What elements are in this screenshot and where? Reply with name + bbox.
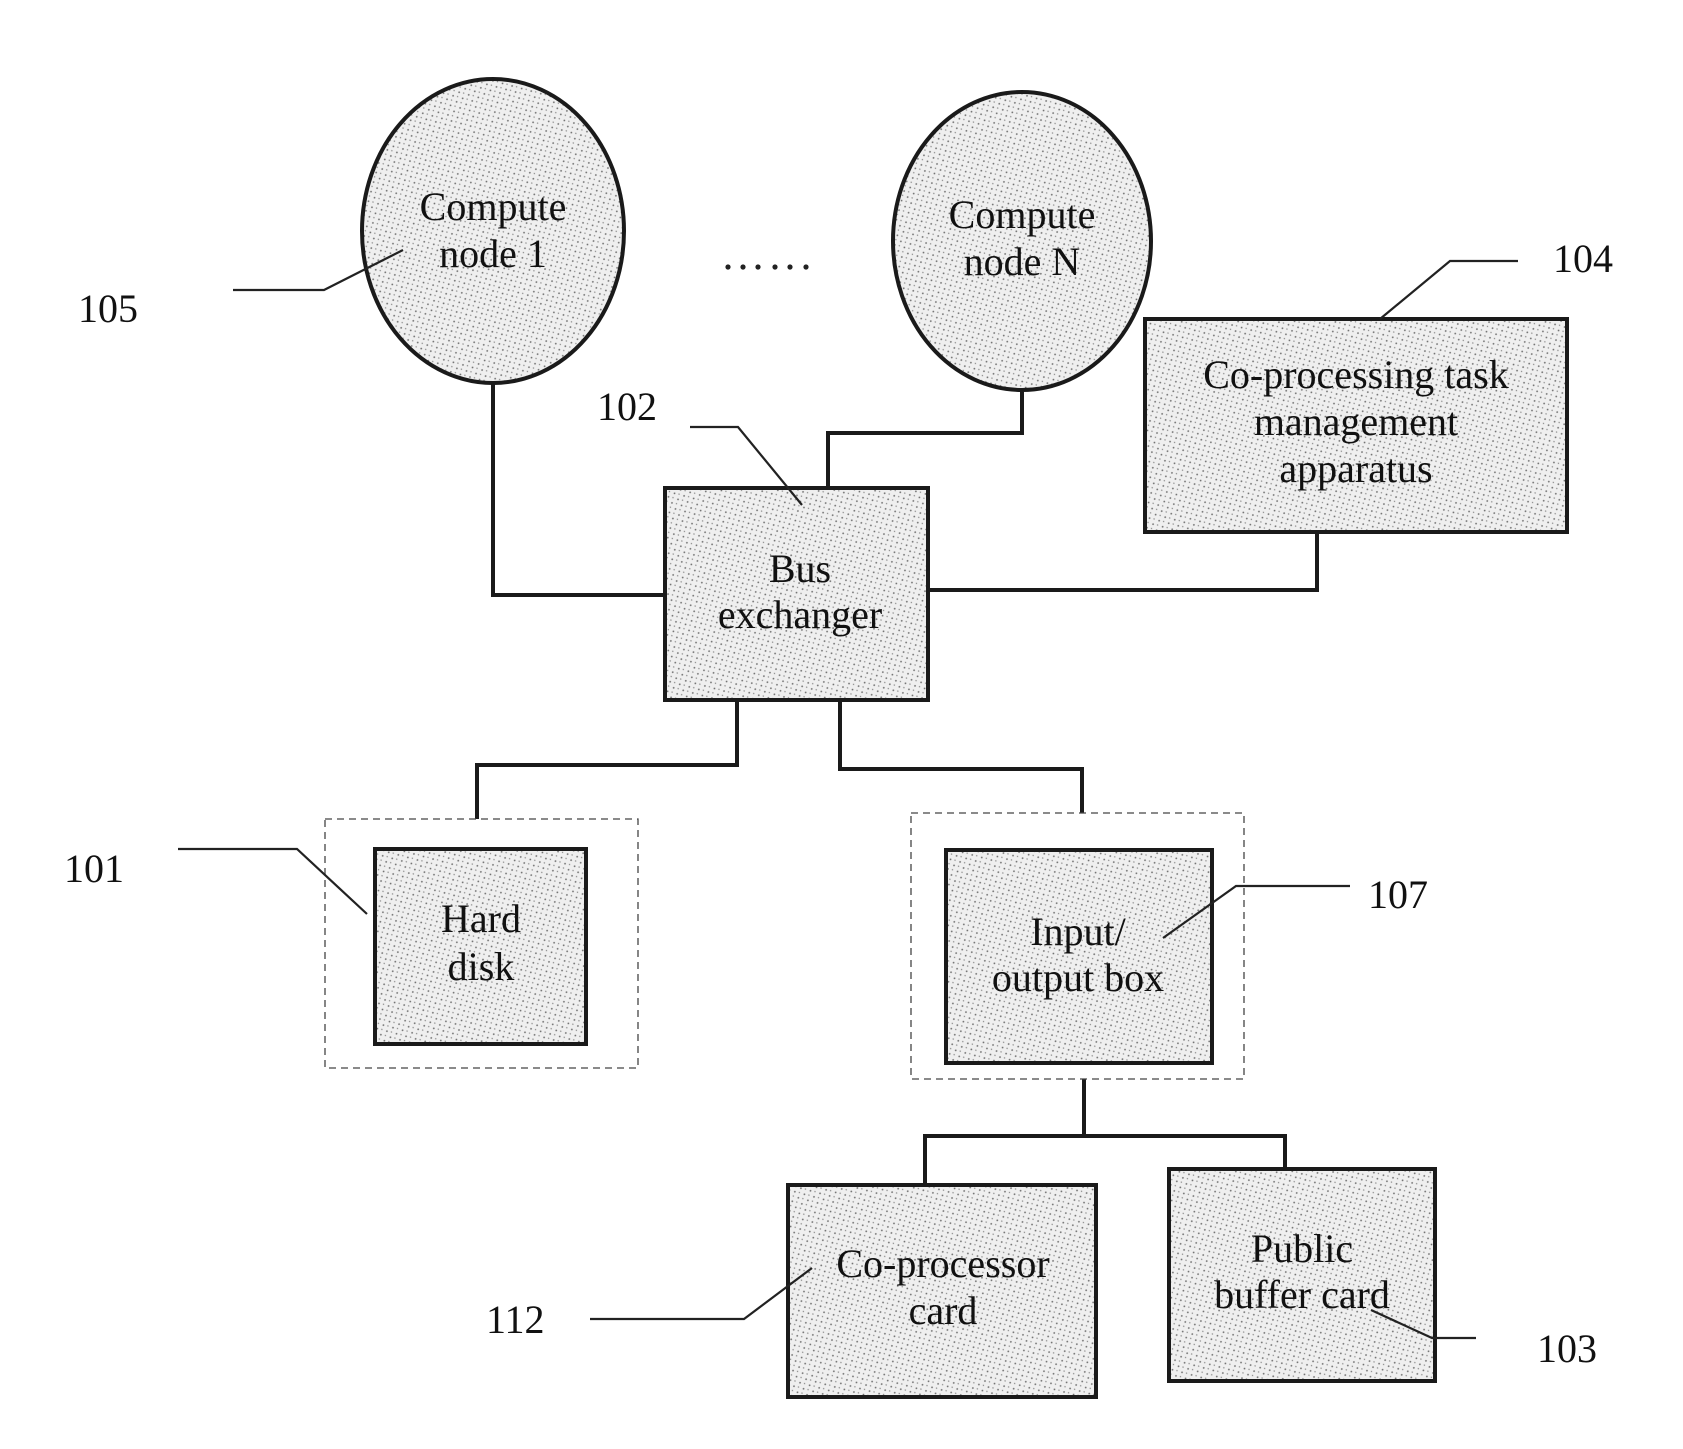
connection-to-coprocessor-card [923,1134,1084,1185]
hard-disk-label-line-2: disk [448,944,515,989]
hard-disk[interactable]: Hard disk [373,847,588,1046]
connection-to-public-buffer-card [1084,1134,1287,1169]
co-processor-card[interactable]: Co-processor card [786,1183,1098,1399]
connection-compute-node-n-to-bus [826,390,1024,488]
ellipsis-dot [725,264,731,270]
leader-112 [590,1267,813,1321]
compute-node-1-label-line-2: node 1 [439,231,547,276]
block-diagram: Compute node 1 Compute node N Bus exchan… [64,77,1613,1399]
compute-node-n-label-line-1: Compute [949,192,1096,237]
connection-bus-to-io-box [838,700,1084,813]
co-processing-task-management-apparatus[interactable]: Co-processing task management apparatus [1143,317,1569,534]
ref-label-101: 101 [64,846,124,891]
bus-exchanger-label-line-2: exchanger [718,592,882,637]
io-box-label-line-1: Input/ [1030,909,1126,954]
ref-label-105: 105 [78,286,138,331]
compute-node-ellipsis [725,264,809,270]
leader-104 [1379,259,1518,320]
public-buffer-card-label-line-2: buffer card [1214,1272,1390,1317]
bus-exchanger[interactable]: Bus exchanger [663,486,930,702]
ref-label-107: 107 [1368,872,1428,917]
connection-bus-to-hard-disk [475,700,739,819]
ellipsis-dot [787,264,793,270]
ellipsis-dot [740,264,746,270]
ref-label-102: 102 [597,384,657,429]
public-buffer-card[interactable]: Public buffer card [1167,1167,1437,1383]
compute-node-1[interactable]: Compute node 1 [360,77,626,385]
connection-task-manager-to-bus [928,532,1319,592]
ref-label-103: 103 [1537,1326,1597,1371]
ellipsis-dot [755,264,761,270]
hard-disk-label-line-1: Hard [441,896,521,941]
coprocessor-card-label-line-1: Co-processor [836,1241,1049,1286]
ellipsis-dot [772,264,778,270]
task-manager-label-line-2: management [1254,399,1458,444]
ref-label-112: 112 [486,1297,545,1342]
input-output-box[interactable]: Input/ output box [944,848,1214,1065]
leader-101 [178,847,368,915]
compute-node-1-label-line-1: Compute [420,184,567,229]
task-manager-label-line-3: apparatus [1279,446,1432,491]
ref-label-104: 104 [1553,236,1613,281]
compute-node-n-label-line-2: node N [964,239,1081,284]
task-manager-label-line-1: Co-processing task [1203,352,1509,397]
bus-exchanger-label-line-1: Bus [769,546,831,591]
io-box-label-line-2: output box [992,955,1164,1000]
public-buffer-card-label-line-1: Public [1251,1226,1353,1271]
diagram-canvas: Compute node 1 Compute node N Bus exchan… [0,0,1683,1444]
coprocessor-card-label-line-2: card [909,1288,978,1333]
ellipsis-dot [803,264,809,270]
compute-node-n[interactable]: Compute node N [891,90,1153,392]
